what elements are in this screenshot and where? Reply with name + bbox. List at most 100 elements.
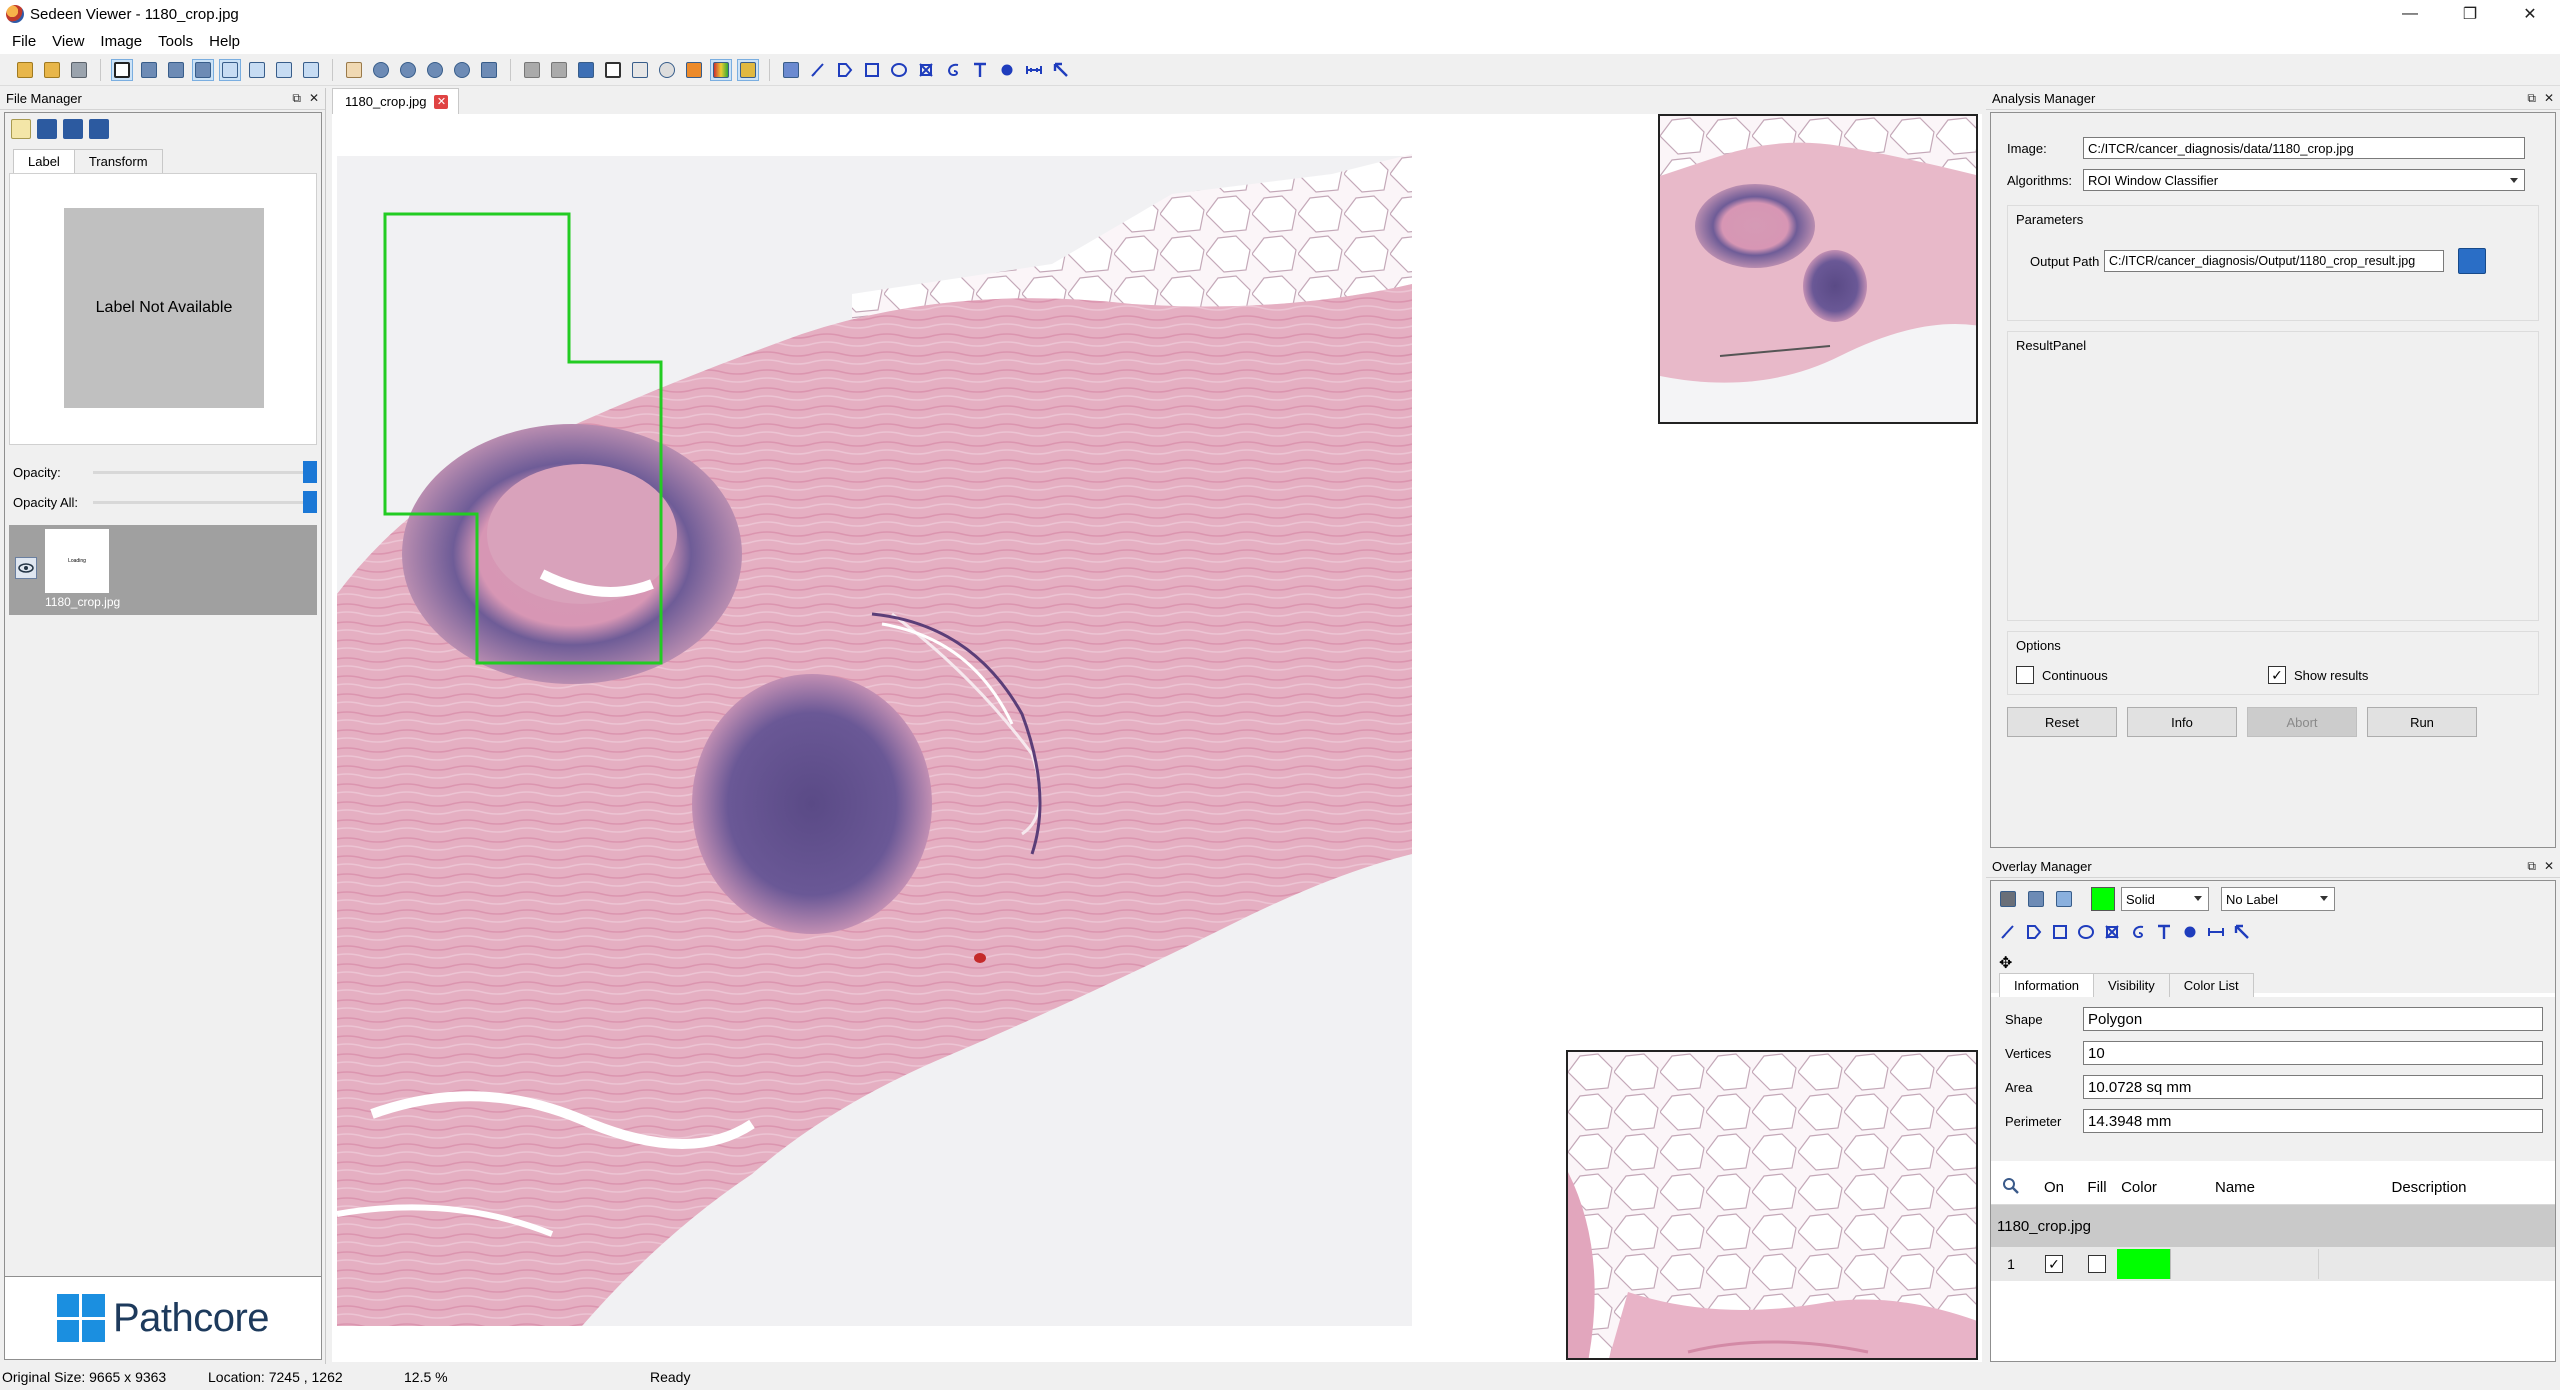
ellipse-tool-icon[interactable] [2075,921,2097,943]
polygon-tool-icon[interactable] [2023,921,2045,943]
file-thumbnail[interactable]: Loading [45,529,109,593]
menu-view[interactable]: View [44,33,92,50]
redo-icon[interactable] [548,59,570,81]
color-circle-icon[interactable] [656,59,678,81]
home-icon[interactable] [478,59,500,81]
tab-visibility[interactable]: Visibility [2093,973,2170,997]
image-settings-icon[interactable] [89,119,109,139]
stain-icon[interactable] [737,58,759,81]
print-icon[interactable] [68,59,90,81]
split-view-icon[interactable] [219,58,241,81]
single-view-icon[interactable] [111,58,133,81]
output-path-field[interactable]: C:/ITCR/cancer_diagnosis/Output/1180_cro… [2104,250,2444,272]
opacity-slider-thumb[interactable] [303,460,317,483]
tab-color-list[interactable]: Color List [2168,973,2254,997]
pointer-tool-icon[interactable] [1050,59,1072,81]
pan-hand-icon[interactable] [343,59,365,81]
minimize-button[interactable]: — [2380,0,2440,28]
undo-icon[interactable] [521,59,543,81]
tab-information[interactable]: Information [1999,973,2095,997]
overlay-list-icon[interactable] [2053,888,2075,910]
table-row[interactable]: 1 ✓ [1991,1247,2555,1281]
spline-tool-icon[interactable] [942,59,964,81]
measure-tool-icon[interactable] [1023,59,1045,81]
visibility-eye-icon[interactable] [15,557,37,579]
ruler-icon[interactable] [629,59,651,81]
text-tool-icon[interactable] [969,59,991,81]
open-file-icon[interactable] [14,59,36,81]
zoom-fit-icon[interactable] [451,59,473,81]
col-fill[interactable]: Fill [2077,1179,2117,1196]
image-path-field[interactable]: C:/ITCR/cancer_diagnosis/data/1180_crop.… [2083,137,2525,159]
col-color[interactable]: Color [2117,1179,2161,1196]
rectangle-tool-icon[interactable] [2049,921,2071,943]
rectangle-tool-icon[interactable] [861,59,883,81]
float-panel-icon[interactable]: ⧉ [2527,859,2536,874]
overlay-tools-icon[interactable] [2025,888,2047,910]
zoom-region-icon[interactable] [424,59,446,81]
intersect-tool-icon[interactable] [915,59,937,81]
overview-inset[interactable] [1658,114,1978,424]
image-info-icon[interactable] [63,119,83,139]
row-name[interactable] [2171,1249,2319,1279]
info-button[interactable]: Info [2127,707,2237,737]
tab-transform[interactable]: Transform [73,149,163,173]
annotation-tools-icon[interactable] [780,59,802,81]
overlay-group-row[interactable]: 1180_crop.jpg [1991,1205,2555,1247]
document-tab[interactable]: 1180_crop.jpg ✕ [332,88,460,114]
row-on-checkbox[interactable]: ✓ [2045,1255,2063,1273]
pointer-tool-icon[interactable] [2231,921,2253,943]
tab-label[interactable]: Label [13,149,75,173]
intersect-tool-icon[interactable] [2101,921,2123,943]
snapshot-icon[interactable] [575,59,597,81]
heatmap-icon[interactable] [710,58,732,81]
row-fill-checkbox[interactable] [2088,1255,2106,1273]
ellipse-tool-icon[interactable] [888,59,910,81]
move-icon[interactable]: ✥ [1999,953,2012,973]
columns-icon[interactable] [273,59,295,81]
menu-file[interactable]: File [4,33,44,50]
open-folder-icon[interactable] [41,59,63,81]
menu-tools[interactable]: Tools [150,33,201,50]
close-panel-icon[interactable]: ✕ [2544,91,2554,106]
reset-button[interactable]: Reset [2007,707,2117,737]
file-item-name[interactable]: 1180_crop.jpg [45,595,120,609]
close-tab-icon[interactable]: ✕ [434,94,449,109]
menu-image[interactable]: Image [92,33,150,50]
pen-tool-icon[interactable] [1997,921,2019,943]
point-tool-icon[interactable] [2179,921,2201,943]
close-panel-icon[interactable]: ✕ [309,91,319,106]
delete-overlay-icon[interactable] [1997,888,2019,910]
close-window-button[interactable]: ✕ [2500,0,2560,28]
col-on[interactable]: On [2031,1179,2077,1196]
image-viewport[interactable] [332,114,1982,1362]
label-select[interactable]: No Label [2221,887,2335,911]
measure-tool-icon[interactable] [2205,921,2227,943]
search-icon[interactable] [1991,1177,2031,1199]
open-image-icon[interactable] [37,119,57,139]
col-description[interactable]: Description [2309,1179,2549,1196]
maximize-button[interactable]: ❐ [2440,0,2500,28]
menu-help[interactable]: Help [201,33,248,50]
polygon-tool-icon[interactable] [834,59,856,81]
spline-tool-icon[interactable] [2127,921,2149,943]
row-color-swatch[interactable] [2117,1249,2171,1279]
browse-folder-icon[interactable] [2458,248,2486,274]
overview-icon[interactable] [138,59,160,81]
algorithms-select[interactable]: ROI Window Classifier [2083,169,2525,191]
opacity-all-slider-thumb[interactable] [303,490,317,513]
rows-icon[interactable] [300,59,322,81]
float-panel-icon[interactable]: ⧉ [292,91,301,106]
new-file-icon[interactable] [11,119,31,139]
point-tool-icon[interactable] [996,59,1018,81]
float-panel-icon[interactable]: ⧉ [2527,91,2536,106]
magnifier-inset[interactable] [1566,1050,1978,1360]
magnifier-view-icon[interactable] [192,58,214,81]
col-name[interactable]: Name [2161,1179,2309,1196]
image-adjust-icon[interactable] [683,59,705,81]
show-results-checkbox[interactable]: ✓ [2268,666,2286,684]
continuous-checkbox[interactable] [2016,666,2034,684]
scalebar-icon[interactable] [165,59,187,81]
opacity-all-slider[interactable] [93,490,317,513]
close-panel-icon[interactable]: ✕ [2544,859,2554,874]
